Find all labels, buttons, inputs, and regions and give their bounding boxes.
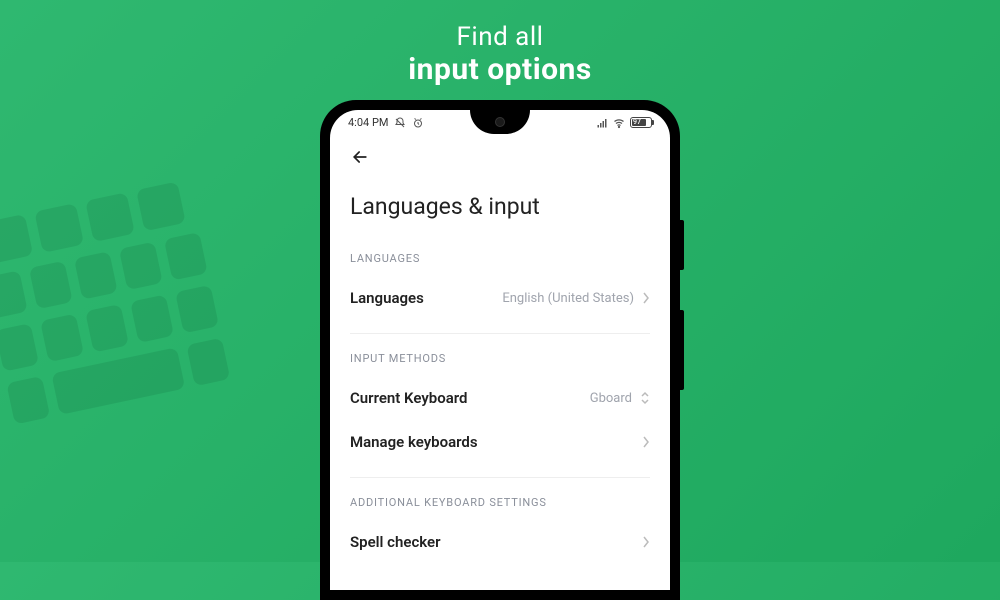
section-input-methods: INPUT METHODS Current Keyboard Gboard Ma…	[330, 342, 670, 467]
chevron-right-icon	[642, 536, 650, 548]
row-languages[interactable]: Languages English (United States)	[350, 279, 650, 323]
wifi-icon	[613, 117, 625, 129]
background-keyboard-illustration	[0, 155, 251, 434]
section-header-additional: ADDITIONAL KEYBOARD SETTINGS	[350, 486, 650, 523]
label-spell-checker: Spell checker	[350, 533, 441, 551]
chevron-right-icon	[642, 436, 650, 448]
signal-icon	[596, 117, 608, 129]
value-current-keyboard: Gboard	[590, 391, 632, 406]
section-header-input-methods: INPUT METHODS	[350, 342, 650, 379]
camera-icon	[495, 117, 505, 127]
heading-line-2: input options	[0, 52, 1000, 87]
value-languages: English (United States)	[502, 291, 634, 306]
label-languages: Languages	[350, 289, 424, 307]
section-languages: LANGUAGES Languages English (United Stat…	[330, 242, 670, 323]
swap-icon	[640, 391, 650, 405]
page-title: Languages & input	[330, 181, 670, 242]
row-spell-checker[interactable]: Spell checker	[350, 523, 650, 567]
label-manage-keyboards: Manage keyboards	[350, 433, 478, 451]
heading-line-1: Find all	[0, 22, 1000, 52]
mute-icon	[394, 117, 406, 129]
label-current-keyboard: Current Keyboard	[350, 389, 467, 407]
battery-icon: 97	[630, 117, 652, 128]
alarm-icon	[412, 117, 424, 129]
phone-side-buttons	[680, 220, 684, 430]
status-time: 4:04 PM	[348, 116, 388, 129]
battery-percentage: 97	[633, 118, 641, 126]
phone-screen: 4:04 PM 97	[330, 110, 670, 590]
section-additional: ADDITIONAL KEYBOARD SETTINGS Spell check…	[330, 486, 670, 567]
back-button[interactable]	[350, 152, 370, 171]
row-current-keyboard[interactable]: Current Keyboard Gboard	[350, 379, 650, 423]
row-manage-keyboards[interactable]: Manage keyboards	[350, 423, 650, 467]
chevron-right-icon	[642, 292, 650, 304]
divider	[350, 333, 650, 334]
promo-heading: Find all input options	[0, 0, 1000, 87]
phone-frame: 4:04 PM 97	[320, 100, 680, 600]
divider	[350, 477, 650, 478]
section-header-languages: LANGUAGES	[350, 242, 650, 279]
